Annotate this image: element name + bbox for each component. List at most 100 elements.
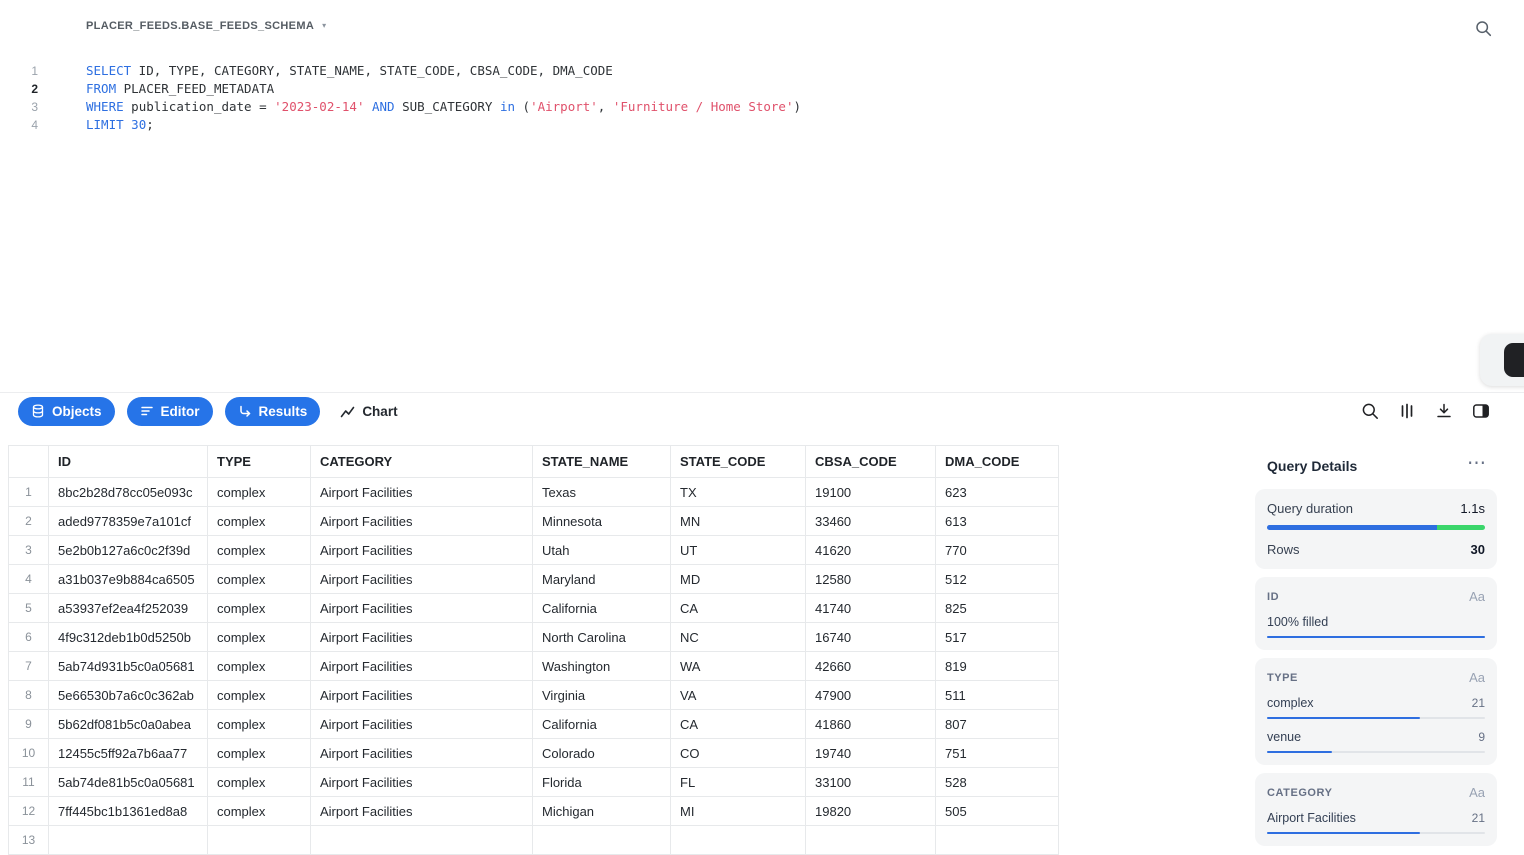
row-number-cell[interactable]: 10 (8, 738, 49, 768)
cell-state_name[interactable] (532, 825, 671, 855)
cell-type[interactable]: complex (207, 651, 311, 681)
col-header-id[interactable]: ID (48, 445, 208, 478)
cell-id[interactable]: 12455c5ff92a7b6aa77 (48, 738, 208, 768)
cell-cbsa_code[interactable]: 41860 (805, 709, 936, 739)
cell-cbsa_code[interactable] (805, 825, 936, 855)
cell-type[interactable]: complex (207, 477, 311, 507)
cell-state_code[interactable]: WA (670, 651, 806, 681)
cell-cbsa_code[interactable]: 16740 (805, 622, 936, 652)
row-number-cell[interactable]: 12 (8, 796, 49, 826)
cell-state_code[interactable]: UT (670, 535, 806, 565)
cell-category[interactable]: Airport Facilities (310, 651, 533, 681)
cell-category[interactable]: Airport Facilities (310, 680, 533, 710)
cell-cbsa_code[interactable]: 19740 (805, 738, 936, 768)
code-line[interactable]: 3 WHERE publication_date = '2023-02-14' A… (0, 98, 1524, 116)
cell-dma_code[interactable]: 807 (935, 709, 1059, 739)
cell-type[interactable]: complex (207, 535, 311, 565)
cell-id[interactable]: aded9778359e7a101cf (48, 506, 208, 536)
cell-state_code[interactable]: MD (670, 564, 806, 594)
row-number-cell[interactable]: 2 (8, 506, 49, 536)
cell-category[interactable]: Airport Facilities (310, 622, 533, 652)
cell-category[interactable]: Airport Facilities (310, 709, 533, 739)
row-number-cell[interactable]: 1 (8, 477, 49, 507)
cell-state_code[interactable]: TX (670, 477, 806, 507)
cell-cbsa_code[interactable]: 19100 (805, 477, 936, 507)
row-number-cell[interactable]: 6 (8, 622, 49, 652)
col-header-type[interactable]: TYPE (207, 445, 311, 478)
cell-state_name[interactable]: Minnesota (532, 506, 671, 536)
cell-dma_code[interactable]: 819 (935, 651, 1059, 681)
cell-cbsa_code[interactable]: 19820 (805, 796, 936, 826)
cell-state_code[interactable]: CA (670, 593, 806, 623)
cell-state_code[interactable] (670, 825, 806, 855)
cell-dma_code[interactable]: 623 (935, 477, 1059, 507)
cell-type[interactable]: complex (207, 564, 311, 594)
cell-id[interactable] (48, 825, 208, 855)
download-icon[interactable] (1435, 402, 1453, 420)
code-line[interactable]: 2 FROM PLACER_FEED_METADATA (0, 80, 1524, 98)
cell-state_name[interactable]: Washington (532, 651, 671, 681)
search-results-icon[interactable] (1361, 402, 1379, 420)
col-header-category[interactable]: CATEGORY (310, 445, 533, 478)
cell-id[interactable]: 4f9c312deb1b0d5250b (48, 622, 208, 652)
cell-dma_code[interactable]: 512 (935, 564, 1059, 594)
tab-chart[interactable]: Chart (340, 404, 398, 419)
schema-selector[interactable]: PLACER_FEEDS.BASE_FEEDS_SCHEMA ▾ (86, 20, 326, 32)
cell-type[interactable]: complex (207, 593, 311, 623)
cell-state_name[interactable]: California (532, 593, 671, 623)
cell-state_name[interactable]: North Carolina (532, 622, 671, 652)
cell-id[interactable]: 5e2b0b127a6c0c2f39d (48, 535, 208, 565)
cell-state_code[interactable]: FL (670, 767, 806, 797)
cell-state_name[interactable]: Florida (532, 767, 671, 797)
cell-category[interactable] (310, 825, 533, 855)
cell-id[interactable]: 5ab74d931b5c0a05681 (48, 651, 208, 681)
search-icon[interactable] (1475, 20, 1492, 37)
cell-cbsa_code[interactable]: 33460 (805, 506, 936, 536)
cell-state_name[interactable]: Maryland (532, 564, 671, 594)
row-number-cell[interactable]: 8 (8, 680, 49, 710)
row-number-cell[interactable]: 5 (8, 593, 49, 623)
cell-state_name[interactable]: California (532, 709, 671, 739)
cell-cbsa_code[interactable]: 41740 (805, 593, 936, 623)
cell-state_name[interactable]: Colorado (532, 738, 671, 768)
panel-toggle-icon[interactable] (1472, 402, 1490, 420)
columns-icon[interactable] (1398, 402, 1416, 420)
cell-type[interactable]: complex (207, 767, 311, 797)
row-number-cell[interactable]: 11 (8, 767, 49, 797)
cell-type[interactable]: complex (207, 738, 311, 768)
cell-state_code[interactable]: CA (670, 709, 806, 739)
col-header-cbsa_code[interactable]: CBSA_CODE (805, 445, 936, 478)
cell-id[interactable]: 5e66530b7a6c0c362ab (48, 680, 208, 710)
floating-widget[interactable] (1480, 334, 1524, 386)
cell-state_code[interactable]: CO (670, 738, 806, 768)
cell-state_code[interactable]: NC (670, 622, 806, 652)
cell-dma_code[interactable]: 517 (935, 622, 1059, 652)
cell-cbsa_code[interactable]: 41620 (805, 535, 936, 565)
cell-id[interactable]: 5b62df081b5c0a0abea (48, 709, 208, 739)
tab-results[interactable]: Results (224, 396, 321, 426)
col-header-state_code[interactable]: STATE_CODE (670, 445, 806, 478)
cell-cbsa_code[interactable]: 47900 (805, 680, 936, 710)
cell-state_code[interactable]: MN (670, 506, 806, 536)
cell-dma_code[interactable] (935, 825, 1059, 855)
cell-type[interactable]: complex (207, 680, 311, 710)
cell-state_code[interactable]: MI (670, 796, 806, 826)
cell-category[interactable]: Airport Facilities (310, 738, 533, 768)
row-number-cell[interactable]: 9 (8, 709, 49, 739)
cell-id[interactable]: a31b037e9b884ca6505 (48, 564, 208, 594)
cell-cbsa_code[interactable]: 12580 (805, 564, 936, 594)
cell-id[interactable]: 8bc2b28d78cc05e093c (48, 477, 208, 507)
cell-category[interactable]: Airport Facilities (310, 506, 533, 536)
row-number-cell[interactable]: 7 (8, 651, 49, 681)
cell-cbsa_code[interactable]: 33100 (805, 767, 936, 797)
cell-id[interactable]: a53937ef2ea4f252039 (48, 593, 208, 623)
cell-category[interactable]: Airport Facilities (310, 535, 533, 565)
cell-category[interactable]: Airport Facilities (310, 593, 533, 623)
code-editor[interactable]: 1 SELECT ID, TYPE, CATEGORY, STATE_NAME, … (0, 62, 1524, 134)
code-line[interactable]: 4 LIMIT 30; (0, 116, 1524, 134)
cell-type[interactable]: complex (207, 622, 311, 652)
cell-category[interactable]: Airport Facilities (310, 796, 533, 826)
row-number-cell[interactable]: 13 (8, 825, 49, 855)
cell-dma_code[interactable]: 613 (935, 506, 1059, 536)
cell-type[interactable]: complex (207, 796, 311, 826)
